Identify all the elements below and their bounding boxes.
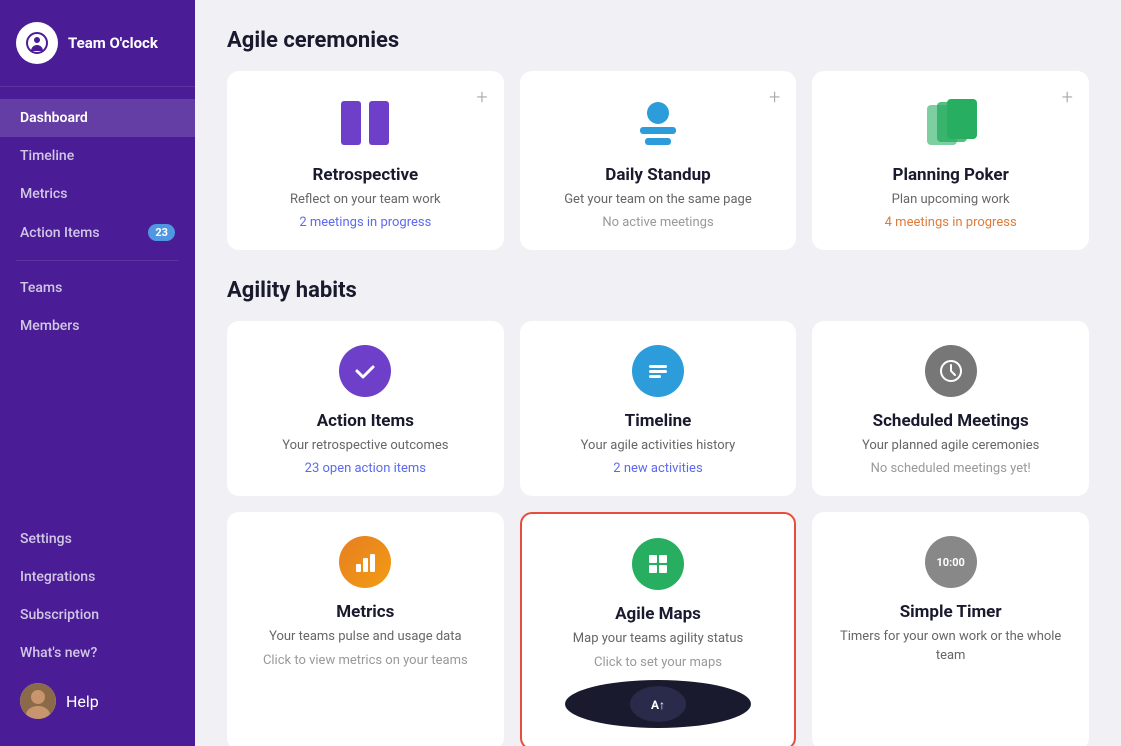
standup-desc: Get your team on the same page	[540, 191, 777, 209]
daily-standup-card[interactable]: + Daily Standup Get your team on the sam…	[520, 71, 797, 250]
metrics-link: Click to view metrics on your teams	[247, 653, 484, 668]
agile-maps-card[interactable]: Agile Maps Map your teams agility status…	[520, 512, 797, 746]
simple-timer-card[interactable]: 10:00 Simple Timer Timers for your own w…	[812, 512, 1089, 746]
action-items-title: Action Items	[247, 411, 484, 431]
poker-icon	[923, 95, 979, 151]
logo-icon	[16, 22, 58, 64]
sidebar-item-teams[interactable]: Teams	[0, 269, 195, 307]
sidebar-nav: Dashboard Timeline Metrics Action Items …	[0, 87, 195, 508]
sidebar: Team O'clock Dashboard Timeline Metrics …	[0, 0, 195, 746]
agile-maps-preview: A↑	[565, 680, 751, 728]
simple-timer-desc: Timers for your own work or the whole te…	[832, 628, 1069, 664]
action-items-badge: 23	[148, 224, 175, 241]
agile-ceremonies-grid: + Retrospective Reflect on your team wor…	[227, 71, 1089, 250]
standup-title: Daily Standup	[540, 165, 777, 185]
sidebar-item-label: Metrics	[20, 186, 67, 202]
timeline-desc: Your agile activities history	[540, 437, 777, 455]
app-title: Team O'clock	[68, 34, 158, 52]
scheduled-meetings-link: No scheduled meetings yet!	[832, 461, 1069, 476]
timer-display: 10:00	[936, 556, 964, 569]
nav-divider	[16, 260, 179, 261]
sidebar-item-metrics[interactable]: Metrics	[0, 175, 195, 213]
action-items-link[interactable]: 23 open action items	[247, 461, 484, 476]
standup-icon	[630, 95, 686, 151]
simple-timer-title: Simple Timer	[832, 602, 1069, 622]
retrospective-desc: Reflect on your team work	[247, 191, 484, 209]
standup-link: No active meetings	[540, 215, 777, 230]
sidebar-item-settings[interactable]: Settings	[0, 520, 195, 558]
retrospective-card[interactable]: + Retrospective Reflect on your team wor…	[227, 71, 504, 250]
retrospective-link[interactable]: 2 meetings in progress	[247, 215, 484, 230]
sidebar-item-label: Help	[66, 692, 99, 711]
scheduled-meetings-desc: Your planned agile ceremonies	[832, 437, 1069, 455]
scheduled-meetings-icon	[925, 345, 977, 397]
scheduled-meetings-title: Scheduled Meetings	[832, 411, 1069, 431]
main-content: Agile ceremonies + Retrospective Reflect…	[195, 0, 1121, 746]
sidebar-item-label: Action Items	[20, 225, 100, 241]
sidebar-item-whats-new[interactable]: What's new?	[0, 634, 195, 672]
poker-link[interactable]: 4 meetings in progress	[832, 215, 1069, 230]
agile-maps-link: Click to set your maps	[542, 655, 775, 670]
poker-title: Planning Poker	[832, 165, 1069, 185]
action-items-card[interactable]: Action Items Your retrospective outcomes…	[227, 321, 504, 496]
sidebar-item-label: What's new?	[20, 645, 97, 661]
add-retrospective-icon[interactable]: +	[476, 85, 487, 109]
sidebar-item-label: Timeline	[20, 148, 74, 164]
action-items-icon	[339, 345, 391, 397]
sidebar-bottom: Settings Integrations Subscription What'…	[0, 508, 195, 746]
sidebar-item-timeline[interactable]: Timeline	[0, 137, 195, 175]
sidebar-item-action-items[interactable]: Action Items 23	[0, 213, 195, 252]
metrics-card[interactable]: Metrics Your teams pulse and usage data …	[227, 512, 504, 746]
sidebar-item-label: Dashboard	[20, 110, 88, 126]
sidebar-item-label: Settings	[20, 531, 72, 547]
sidebar-item-label: Subscription	[20, 607, 99, 623]
sidebar-item-label: Members	[20, 318, 79, 334]
scheduled-meetings-card[interactable]: Scheduled Meetings Your planned agile ce…	[812, 321, 1089, 496]
sidebar-item-help[interactable]: Help	[0, 672, 195, 730]
add-standup-icon[interactable]: +	[769, 85, 780, 109]
agile-maps-desc: Map your teams agility status	[542, 630, 775, 648]
timeline-link[interactable]: 2 new activities	[540, 461, 777, 476]
retrospective-icon	[337, 95, 393, 151]
sidebar-item-integrations[interactable]: Integrations	[0, 558, 195, 596]
sidebar-item-label: Teams	[20, 280, 62, 296]
action-items-desc: Your retrospective outcomes	[247, 437, 484, 455]
timeline-title: Timeline	[540, 411, 777, 431]
agility-habits-title: Agility habits	[227, 278, 1089, 303]
metrics-title: Metrics	[247, 602, 484, 622]
timeline-icon	[632, 345, 684, 397]
add-poker-icon[interactable]: +	[1062, 85, 1073, 109]
simple-timer-icon: 10:00	[925, 536, 977, 588]
sidebar-item-dashboard[interactable]: Dashboard	[0, 99, 195, 137]
agile-maps-icon	[632, 538, 684, 590]
user-avatar	[20, 683, 56, 719]
sidebar-item-members[interactable]: Members	[0, 307, 195, 345]
agile-ceremonies-title: Agile ceremonies	[227, 28, 1089, 53]
poker-desc: Plan upcoming work	[832, 191, 1069, 209]
agility-habits-grid: Action Items Your retrospective outcomes…	[227, 321, 1089, 746]
sidebar-item-label: Integrations	[20, 569, 95, 585]
planning-poker-card[interactable]: + Planning Poker Plan upcoming work 4 me…	[812, 71, 1089, 250]
retrospective-title: Retrospective	[247, 165, 484, 185]
svg-text:A↑: A↑	[651, 698, 665, 712]
metrics-icon	[339, 536, 391, 588]
agile-maps-title: Agile Maps	[542, 604, 775, 624]
timeline-card[interactable]: Timeline Your agile activities history 2…	[520, 321, 797, 496]
sidebar-item-subscription[interactable]: Subscription	[0, 596, 195, 634]
metrics-desc: Your teams pulse and usage data	[247, 628, 484, 646]
sidebar-logo[interactable]: Team O'clock	[0, 0, 195, 87]
